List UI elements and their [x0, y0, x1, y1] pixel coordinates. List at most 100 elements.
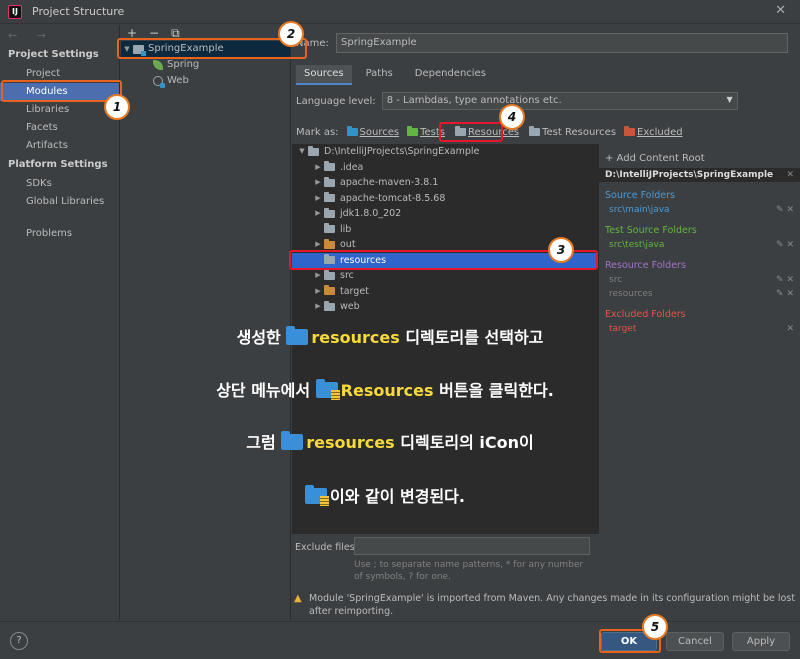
remove-root-icon[interactable]: ✕: [786, 168, 794, 182]
facet-label: Web: [167, 75, 189, 86]
nav-item-sdks[interactable]: SDKs: [0, 175, 119, 193]
apply-button[interactable]: Apply: [732, 632, 790, 651]
tree-row[interactable]: lib: [292, 222, 598, 238]
edit-remove-icon[interactable]: ✎ ✕: [776, 238, 794, 252]
cancel-button[interactable]: Cancel: [666, 632, 724, 651]
tree-row-label: jdk1.8.0_202: [340, 208, 402, 219]
tree-row[interactable]: ▶ apache-tomcat-8.5.68: [292, 191, 598, 207]
folder-group-title: Resource Folders: [605, 260, 686, 271]
title-bar: IJ Project Structure ✕: [0, 0, 800, 24]
source-folder-icon: [346, 126, 358, 136]
mark-test-resources-button[interactable]: Test Resources: [529, 126, 616, 138]
chevron-right-icon[interactable]: ▶: [312, 175, 324, 191]
folder-icon: [308, 145, 319, 156]
facet-item-spring[interactable]: Spring: [121, 57, 290, 73]
tree-row-label: target: [340, 285, 369, 297]
folder-entry[interactable]: src\test\java ✎ ✕: [605, 238, 800, 252]
warning-text: Module 'SpringExample' is imported from …: [309, 593, 796, 617]
folder-group-title: Source Folders: [605, 190, 675, 201]
tab-sources[interactable]: Sources: [296, 65, 352, 85]
language-level-value: 8 - Lambdas, type annotations etc.: [386, 95, 562, 106]
folder-icon: [324, 176, 335, 187]
edit-remove-icon[interactable]: ✎ ✕: [776, 203, 794, 217]
annotation-line-4: 이와 같이 변경된다.: [0, 483, 800, 507]
folder-icon: [286, 326, 309, 345]
tree-row[interactable]: ▶ target: [292, 284, 598, 300]
nav-item-global-libraries[interactable]: Global Libraries: [0, 193, 119, 211]
tab-paths[interactable]: Paths: [358, 65, 401, 85]
intellij-app-icon: IJ: [8, 4, 22, 19]
nav-item-libraries[interactable]: Libraries: [0, 101, 119, 119]
chevron-right-icon[interactable]: ▶: [312, 191, 324, 207]
annotation-line-2: 상단 메뉴에서 Resources 버튼을 클릭한다.: [216, 379, 554, 400]
folder-entry[interactable]: src ✎ ✕: [605, 273, 800, 287]
folder-icon: [281, 431, 304, 450]
tree-row[interactable]: ▶ jdk1.8.0_202: [292, 206, 598, 222]
tree-row[interactable]: ▶ src: [292, 268, 598, 284]
step-badge-3: 3: [548, 237, 574, 263]
chevron-right-icon[interactable]: ▶: [312, 268, 324, 284]
facet-item-web[interactable]: Web: [121, 73, 290, 89]
name-row: Name: SpringExample: [292, 33, 800, 53]
folder-icon: [324, 269, 335, 280]
exclude-files-hint: Use ; to separate name patterns, * for a…: [354, 560, 584, 582]
tree-row[interactable]: ▶ web: [292, 299, 598, 315]
maven-warning: ▲ Module 'SpringExample' is imported fro…: [294, 592, 798, 618]
close-icon[interactable]: ✕: [775, 3, 786, 18]
folder-icon: [324, 161, 335, 172]
folder-group: Resource Folders src ✎ ✕ resources ✎ ✕: [599, 258, 800, 301]
chevron-right-icon[interactable]: ▶: [312, 284, 324, 300]
resource-folder-icon: [315, 379, 340, 400]
detail-tabs: Sources Paths Dependencies: [296, 65, 494, 85]
help-icon[interactable]: ?: [10, 632, 28, 650]
chevron-right-icon[interactable]: ▶: [312, 160, 324, 176]
chevron-right-icon[interactable]: ▶: [312, 299, 324, 315]
edit-remove-icon[interactable]: ✎ ✕: [776, 287, 794, 301]
tree-row[interactable]: ▶ apache-maven-3.8.1: [292, 175, 598, 191]
folder-group: Test Source Folders src\test\java ✎ ✕: [599, 223, 800, 252]
module-name-input[interactable]: SpringExample: [336, 33, 788, 53]
tab-dependencies[interactable]: Dependencies: [407, 65, 494, 85]
language-level-select[interactable]: 8 - Lambdas, type annotations etc. ▼: [381, 92, 738, 110]
tree-row-label: D:\IntelliJProjects\SpringExample: [324, 146, 480, 157]
folder-icon: [324, 207, 335, 218]
folder-entry[interactable]: src\main\java ✎ ✕: [605, 203, 800, 217]
nav-item-artifacts[interactable]: Artifacts: [0, 137, 119, 155]
annotation-line-3: 그럼 resources 디렉토리의 iCon이: [246, 431, 534, 452]
folder-group: Source Folders src\main\java ✎ ✕: [599, 188, 800, 217]
exclude-files-label: Exclude files:: [295, 542, 358, 553]
step-badge-5: 5: [642, 614, 668, 640]
chevron-down-icon[interactable]: ▼: [296, 144, 308, 160]
nav-item-problems[interactable]: Problems: [0, 225, 119, 243]
folder-icon: [324, 285, 335, 296]
highlight-resources-button: [439, 122, 503, 142]
edit-remove-icon[interactable]: ✎ ✕: [776, 273, 794, 287]
chevron-right-icon[interactable]: ▶: [312, 206, 324, 222]
folder-entry[interactable]: resources ✎ ✕: [605, 287, 800, 301]
tree-row[interactable]: ▶ .idea: [292, 160, 598, 176]
exclude-files-input[interactable]: [354, 537, 590, 555]
highlight-modules: [1, 80, 122, 102]
mark-sources-button[interactable]: Sources: [346, 126, 399, 138]
tree-row-label: apache-maven-3.8.1: [340, 177, 439, 188]
nav-item-facets[interactable]: Facets: [0, 119, 119, 137]
tree-row-label: src: [340, 270, 354, 281]
highlight-module-item: [117, 38, 307, 59]
chevron-down-icon: ▼: [726, 95, 733, 104]
nav-back-forward-icon[interactable]: ← →: [0, 25, 119, 45]
platform-settings-heading: Platform Settings: [8, 159, 108, 170]
annotation-line-1: 생성한 resources 디렉토리를 선택하고: [236, 326, 544, 347]
test-folder-icon: [407, 126, 419, 136]
folder-icon: [324, 192, 335, 203]
tree-row[interactable]: ▼ D:\IntelliJProjects\SpringExample: [292, 144, 598, 160]
folder-icon: [324, 238, 335, 249]
add-content-root-button[interactable]: + Add Content Root: [599, 150, 800, 168]
module-detail-panel: Name: SpringExample Sources Paths Depend…: [292, 25, 800, 620]
resource-folder-icon: [305, 485, 329, 506]
folder-group-title: Excluded Folders: [605, 309, 686, 320]
mark-excluded-button[interactable]: Excluded: [624, 126, 683, 138]
tree-row-label: web: [340, 301, 360, 312]
settings-nav: ← → Project Settings Project Modules Lib…: [0, 25, 120, 620]
excluded-folder-icon: [624, 126, 636, 136]
module-list-pane: + − ⧉ ▼ SpringExample Spring Web: [121, 25, 291, 620]
